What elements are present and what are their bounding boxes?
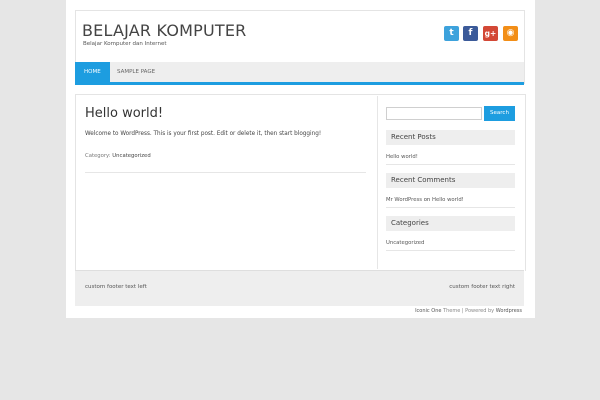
- recent-posts-title: Recent Posts: [386, 130, 515, 145]
- widget-divider: [386, 250, 515, 251]
- credits-text: Theme | Powered by: [443, 308, 495, 314]
- theme-link[interactable]: Iconic One: [415, 308, 441, 314]
- footer-text-left: custom footer text left: [85, 284, 147, 290]
- search-button[interactable]: Search: [484, 106, 515, 121]
- site-title[interactable]: BELAJAR KOMPUTER: [82, 21, 246, 40]
- twitter-icon[interactable]: t: [444, 26, 459, 41]
- search-input[interactable]: [386, 107, 482, 120]
- category-label: Category:: [85, 153, 111, 159]
- categories-title: Categories: [386, 216, 515, 231]
- post-body: Welcome to WordPress. This is your first…: [85, 131, 322, 137]
- google-plus-icon[interactable]: g+: [483, 26, 498, 41]
- recent-comment: Mr WordPress on Hello world!: [386, 197, 464, 203]
- footer-text-right: custom footer text right: [449, 284, 515, 290]
- main-nav: HOME SAMPLE PAGE: [75, 62, 524, 85]
- facebook-icon[interactable]: f: [463, 26, 478, 41]
- page-wrapper: BELAJAR KOMPUTER Belajar Komputer dan In…: [66, 0, 535, 318]
- rss-icon[interactable]: ◉: [503, 26, 518, 41]
- comment-connector: on: [423, 197, 431, 203]
- nav-item-sample-page[interactable]: SAMPLE PAGE: [108, 62, 164, 82]
- site-description: Belajar Komputer dan Internet: [83, 41, 167, 47]
- post-divider: [85, 172, 366, 173]
- category-list-item[interactable]: Uncategorized: [386, 240, 424, 246]
- category-link[interactable]: Uncategorized: [112, 153, 150, 159]
- comment-post-link[interactable]: Hello world!: [432, 197, 464, 203]
- post-title[interactable]: Hello world!: [85, 106, 163, 121]
- wordpress-link[interactable]: Wordpress: [496, 308, 522, 314]
- nav-item-home[interactable]: HOME: [75, 62, 110, 82]
- recent-post-link[interactable]: Hello world!: [386, 154, 418, 160]
- sidebar-divider: [377, 96, 378, 269]
- widget-divider: [386, 164, 515, 165]
- recent-comments-title: Recent Comments: [386, 173, 515, 188]
- comment-author-link[interactable]: Mr WordPress: [386, 197, 422, 203]
- site-credits: Iconic One Theme | Powered by Wordpress: [415, 308, 522, 314]
- widget-divider: [386, 207, 515, 208]
- post-meta: Category: Uncategorized: [85, 153, 151, 159]
